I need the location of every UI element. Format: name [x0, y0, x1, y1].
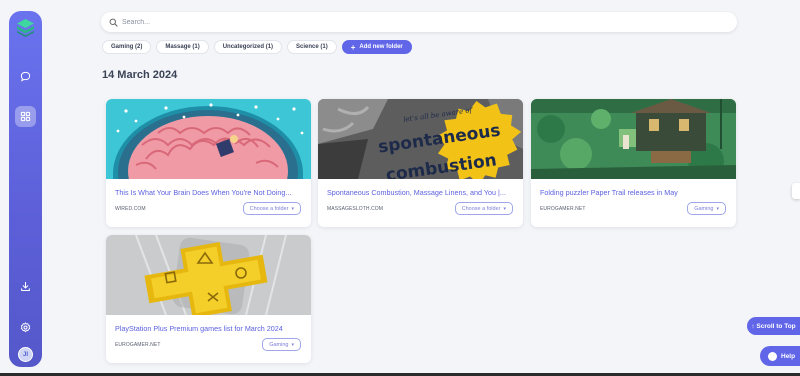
folder-select[interactable]: Gaming ▾: [687, 202, 726, 215]
folder-select-value: Gaming: [694, 205, 714, 212]
chat-bubble-icon: [20, 71, 31, 82]
card-thumbnail[interactable]: [106, 99, 311, 179]
sidebar-item-settings[interactable]: [15, 317, 36, 338]
card-source: MASSAGESLOTH.COM: [327, 206, 384, 212]
scroll-to-top-button[interactable]: ↑ Scroll to Top: [747, 317, 800, 335]
chevron-down-icon: ▾: [291, 341, 294, 348]
grid-icon: [20, 111, 31, 122]
card-title[interactable]: Spontaneous Combustion, Massage Linens, …: [327, 188, 517, 197]
folder-select-value: Choose a folder: [249, 205, 289, 212]
folder-select-value: Choose a folder: [461, 205, 501, 212]
card-source: EUROGAMER.NET: [115, 342, 161, 348]
extension-tab[interactable]: [792, 183, 800, 199]
bookmark-card[interactable]: let's all be aware of spontaneous combus…: [318, 99, 523, 227]
chevron-down-icon: ▾: [291, 205, 294, 212]
card-source: WIRED.COM: [115, 206, 146, 212]
plus-icon: +: [350, 42, 356, 52]
card-thumbnail[interactable]: [531, 99, 736, 179]
add-folder-button[interactable]: + Add new folder: [341, 40, 412, 54]
bookmark-card[interactable]: PlayStation Plus Premium games list for …: [106, 235, 311, 363]
folder-filter-bar: Gaming (2) Massage (1) Uncategorized (1)…: [102, 40, 412, 54]
add-folder-label: Add new folder: [359, 44, 403, 50]
folder-chip-uncategorized[interactable]: Uncategorized (1): [213, 40, 283, 54]
sidebar: JI: [9, 11, 42, 367]
help-label: Help: [781, 352, 796, 360]
folder-select-value: Gaming: [269, 341, 289, 348]
folder-chip-massage[interactable]: Massage (1): [156, 40, 209, 54]
card-thumbnail[interactable]: [106, 235, 311, 315]
sidebar-item-chat[interactable]: [15, 66, 36, 87]
help-button[interactable]: Help: [760, 346, 800, 366]
folder-select[interactable]: Choose a folder ▾: [242, 202, 301, 215]
chevron-down-icon: ▾: [716, 205, 719, 212]
search-bar[interactable]: [101, 12, 737, 32]
search-input[interactable]: [122, 18, 722, 26]
date-heading: 14 March 2024: [102, 69, 178, 81]
folder-select[interactable]: Choose a folder ▾: [454, 202, 513, 215]
download-icon: [21, 281, 30, 291]
card-title[interactable]: This Is What Your Brain Does When You're…: [115, 188, 305, 197]
app-logo[interactable]: [17, 19, 34, 37]
card-title[interactable]: PlayStation Plus Premium games list for …: [115, 324, 305, 333]
search-icon: [109, 18, 118, 27]
sidebar-item-grid[interactable]: [15, 106, 36, 127]
folder-chip-gaming[interactable]: Gaming (2): [102, 40, 152, 54]
folder-chip-science[interactable]: Science (1): [287, 40, 337, 54]
chevron-down-icon: ▾: [503, 205, 506, 212]
card-source: EUROGAMER.NET: [540, 206, 586, 212]
folder-select[interactable]: Gaming ▾: [262, 338, 301, 351]
bookmark-card[interactable]: Folding puzzler Paper Trail releases in …: [531, 99, 736, 227]
gear-icon: [20, 322, 31, 333]
card-thumbnail[interactable]: let's all be aware of spontaneous combus…: [318, 99, 523, 179]
bookmark-card[interactable]: This Is What Your Brain Does When You're…: [106, 99, 311, 227]
card-title[interactable]: Folding puzzler Paper Trail releases in …: [540, 188, 730, 197]
sidebar-item-download[interactable]: [15, 276, 36, 297]
avatar[interactable]: JI: [18, 347, 33, 362]
help-chat-icon: [768, 351, 777, 361]
